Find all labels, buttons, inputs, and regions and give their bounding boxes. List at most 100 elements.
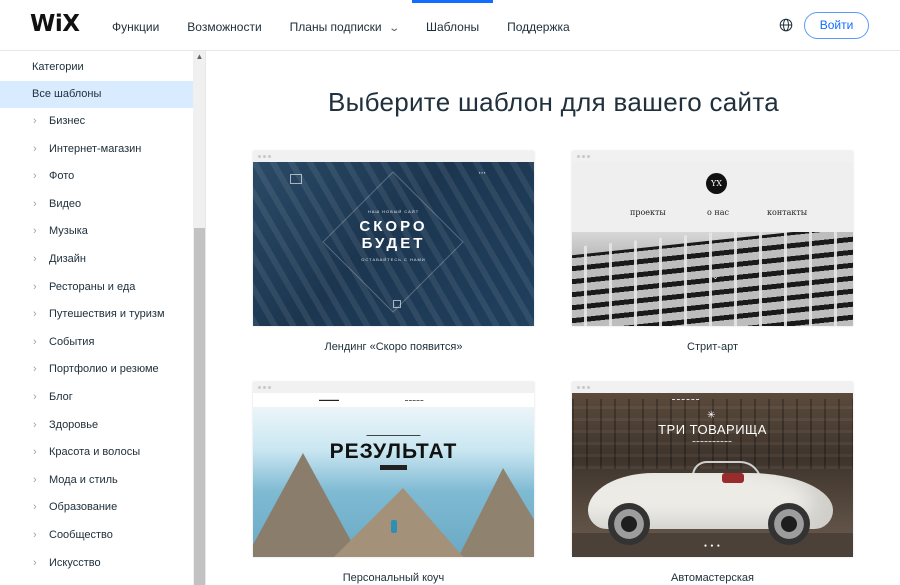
scrollbar-thumb[interactable] — [194, 228, 205, 585]
sidebar-item[interactable]: › Путешествия и туризм — [0, 301, 193, 329]
sidebar-scrollbar[interactable]: ▲ — [193, 51, 205, 585]
rock-center — [323, 488, 473, 557]
chevron-right-icon: › — [33, 446, 37, 459]
nav-item-label: Планы подписки — [289, 20, 382, 34]
nav-item-3[interactable]: Шаблоны — [412, 0, 494, 51]
template-thumbnail: ▬ ▬ ▬ ▬ ▬ ▬ ✳ ТРИ ТОВАРИЩА ▬▬▬▬▬▬▬▬▬▬ ● … — [572, 393, 853, 557]
thumb-link-about: о нас — [707, 208, 729, 217]
login-button[interactable]: Войти — [804, 12, 869, 39]
category-list: › Бизнес › Интернет-магазин › Фото › Видео › Музы… — [0, 108, 193, 577]
thumb-logo-icon — [290, 174, 302, 184]
thumb-logo: YX — [706, 173, 727, 194]
chevron-right-icon: › — [33, 252, 37, 265]
template-thumbnail: ▬▬▬▬▬ ▬ ▬ ▬ ▬ ▬ ▬▬▬▬▬▬▬▬▬▬▬▬▬▬▬▬▬▬ РЕЗУЛ… — [253, 393, 534, 557]
thumb-headline-2: БУДЕТ — [361, 235, 426, 252]
thumb-menu: ▬ ▬ ▬ ▬ ▬ ▬ — [672, 397, 700, 401]
sidebar-item-label: Мода и стиль — [49, 473, 118, 486]
template-preview[interactable]: ▪ ▪ ▪ НАШ НОВЫЙ САЙТ СКОРО БУДЕТ ОСТАВАЙ… — [253, 151, 534, 326]
sidebar-item-label: Фото — [49, 170, 75, 183]
sidebar-item[interactable]: › Мода и стиль — [0, 467, 193, 495]
sidebar-item[interactable]: › Образование — [0, 494, 193, 522]
template-card-auto-shop[interactable]: ▬ ▬ ▬ ▬ ▬ ▬ ✳ ТРИ ТОВАРИЩА ▬▬▬▬▬▬▬▬▬▬ ● … — [572, 382, 853, 584]
thumb-chevron-down-icon: ⌄ — [712, 272, 719, 281]
sidebar-item-label: Интернет-магазин — [49, 142, 142, 155]
chevron-right-icon: › — [33, 197, 37, 210]
car-seat — [722, 473, 744, 483]
chevron-right-icon: › — [33, 528, 37, 541]
sidebar-item[interactable]: › Блог — [0, 384, 193, 412]
sidebar-item[interactable]: › Музыка — [0, 218, 193, 246]
sidebar-item-label: Рестораны и еда — [49, 280, 136, 293]
sidebar-item[interactable]: › Здоровье — [0, 412, 193, 440]
sidebar-item-label: Видео — [49, 197, 82, 210]
chevron-right-icon: › — [33, 390, 37, 403]
category-sidebar: Категории Все шаблоны › Бизнес › Интернет-м… — [0, 51, 206, 585]
chevron-right-icon: › — [33, 280, 37, 293]
browser-bar — [572, 382, 853, 393]
sidebar-item[interactable]: › Красота и волосы — [0, 439, 193, 467]
template-thumbnail: ▪ ▪ ▪ НАШ НОВЫЙ САЙТ СКОРО БУДЕТ ОСТАВАЙ… — [253, 162, 534, 326]
sidebar-item[interactable]: › Рестораны и еда — [0, 274, 193, 302]
chevron-right-icon: › — [33, 225, 37, 238]
template-card-street-art[interactable]: YX проекты о нас контакты ⌄ Стрит-арт — [572, 151, 853, 353]
template-preview[interactable]: ▬ ▬ ▬ ▬ ▬ ▬ ✳ ТРИ ТОВАРИЩА ▬▬▬▬▬▬▬▬▬▬ ● … — [572, 382, 853, 557]
chevron-down-icon[interactable]: ⌄ — [388, 1, 400, 56]
car-wheel-rear — [768, 503, 810, 545]
categories-heading: Категории — [32, 61, 84, 73]
thumb-site-tag: НАШ НОВЫЙ САЙТ — [367, 209, 420, 214]
thumb-subline: ОСТАВАЙТЕСЬ С НАМИ — [361, 257, 426, 262]
browser-bar — [572, 151, 853, 162]
nav-item-4[interactable]: Поддержка — [493, 0, 584, 51]
browser-bar — [253, 151, 534, 162]
template-card-coming-soon[interactable]: ▪ ▪ ▪ НАШ НОВЫЙ САЙТ СКОРО БУДЕТ ОСТАВАЙ… — [253, 151, 534, 353]
browser-bar — [253, 382, 534, 393]
sidebar-item[interactable]: › Сообщество — [0, 522, 193, 550]
sidebar-item[interactable]: › Дизайн — [0, 246, 193, 274]
nav-item-1[interactable]: Возможности — [173, 0, 275, 51]
nav-item-0[interactable]: Функции — [98, 0, 173, 51]
wix-logo[interactable]: WiX — [30, 11, 80, 37]
chevron-right-icon: › — [33, 418, 37, 431]
chevron-right-icon: › — [33, 335, 37, 348]
template-thumbnail: YX проекты о нас контакты ⌄ — [572, 162, 853, 326]
template-name[interactable]: Стрит-арт — [572, 341, 853, 353]
thumb-button — [380, 465, 407, 470]
sidebar-item-label: Портфолио и резюме — [49, 363, 159, 376]
templates-main: Выберите шаблон для вашего сайта ▪ ▪ ▪ Н… — [207, 51, 900, 585]
thumb-headline: РЕЗУЛЬТАТ — [329, 440, 458, 463]
thumb-menu: ▬ ▬ ▬ ▬ ▬ — [405, 398, 424, 402]
sidebar-item[interactable]: › Портфолио и резюме — [0, 356, 193, 384]
climber-figure — [391, 520, 397, 533]
template-name[interactable]: Автомастерская — [572, 572, 853, 584]
template-preview[interactable]: YX проекты о нас контакты ⌄ — [572, 151, 853, 326]
globe-icon[interactable] — [779, 18, 793, 32]
sidebar-item[interactable]: › Бизнес — [0, 108, 193, 136]
sidebar-item-label: Дизайн — [49, 252, 86, 265]
sidebar-item-label: Путешествия и туризм — [49, 308, 165, 321]
thumb-tagline: ▬▬▬▬▬▬▬▬▬▬▬▬▬▬▬▬▬▬ — [366, 433, 421, 437]
scroll-up-arrow-icon[interactable]: ▲ — [193, 51, 205, 63]
sidebar-item[interactable]: › Видео — [0, 191, 193, 219]
thumb-site-name: ▬▬▬▬▬ — [319, 397, 339, 402]
top-header: WiX Функции Возможности Планы подписки ⌄ Шаб… — [0, 0, 900, 51]
sidebar-item[interactable]: › События — [0, 329, 193, 357]
sidebar-item-label: Блог — [49, 390, 73, 403]
sidebar-item[interactable]: › Искусство — [0, 550, 193, 578]
nav-item-label: Шаблоны — [426, 20, 480, 34]
sidebar-item-all-templates[interactable]: Все шаблоны — [0, 81, 193, 108]
template-preview[interactable]: ▬▬▬▬▬ ▬ ▬ ▬ ▬ ▬ ▬▬▬▬▬▬▬▬▬▬▬▬▬▬▬▬▬▬ РЕЗУЛ… — [253, 382, 534, 557]
sidebar-item-label: События — [49, 335, 95, 348]
page-title: Выберите шаблон для вашего сайта — [327, 87, 780, 117]
thumb-menu: ▪ ▪ ▪ — [479, 170, 486, 175]
template-name[interactable]: Лендинг «Скоро появится» — [253, 341, 534, 353]
sidebar-item-label: Музыка — [49, 225, 88, 238]
chevron-right-icon: › — [33, 142, 37, 155]
sidebar-item-label: Здоровье — [49, 418, 99, 431]
template-card-personal-coach[interactable]: ▬▬▬▬▬ ▬ ▬ ▬ ▬ ▬ ▬▬▬▬▬▬▬▬▬▬▬▬▬▬▬▬▬▬ РЕЗУЛ… — [253, 382, 534, 584]
thumb-navbar: ▬▬▬▬▬ ▬ ▬ ▬ ▬ ▬ — [253, 393, 534, 407]
sidebar-item[interactable]: › Интернет-магазин — [0, 136, 193, 164]
sidebar-item[interactable]: › Фото — [0, 163, 193, 191]
template-name[interactable]: Персональный коуч — [253, 572, 534, 584]
chevron-right-icon: › — [33, 556, 37, 569]
nav-item-2[interactable]: Планы подписки ⌄ — [276, 0, 412, 51]
